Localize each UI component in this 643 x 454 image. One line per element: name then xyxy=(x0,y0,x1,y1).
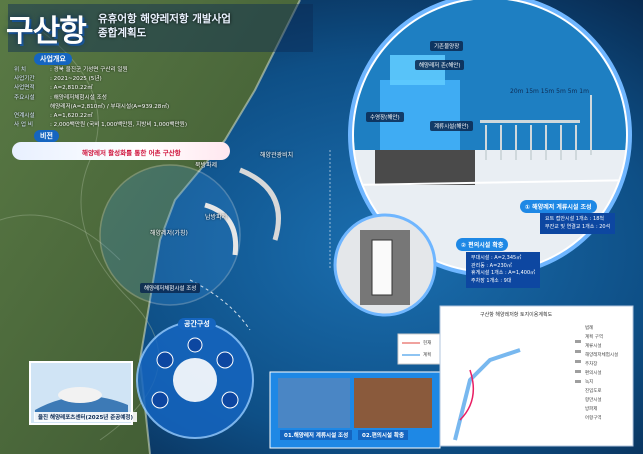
overview-key: 위 치 xyxy=(14,67,27,73)
section1-desc: 요트 접안시설 1개소 : 18척 부잔교 및 연결교 1개소 : 20석 xyxy=(540,213,616,234)
overview-row: 해양레저(A=2,810㎡) / 부대시설(A=939.28㎡) xyxy=(14,103,204,112)
dimension-labels: 20m 15m 15m 5m 5m 1m xyxy=(510,88,589,95)
poster: 구산항 유휴어항 해양레저항 개발사업 종합계획도 사업개요 위 치 : 경북 울… xyxy=(0,0,643,454)
section2-desc: 부대시설 : A=2,345㎡ 관리동 : A=230㎡ 휴게시설 1개소 : A=… xyxy=(466,252,541,288)
overview-key: 사업면적 xyxy=(14,85,35,92)
desc-line: 부대시설 : A=2,345㎡ xyxy=(471,255,522,261)
overview-value: : A=2,810.22㎡ xyxy=(50,85,93,92)
overview-value: : 2,000백만원 (국비 1,000백만원, 지방비 1,000백만원) xyxy=(50,122,188,129)
page-subtitle: 유휴어항 해양레저항 개발사업 종합계획도 xyxy=(98,12,231,40)
overview-key: 연계시설 xyxy=(14,113,35,120)
vision-heading: 비전 xyxy=(34,130,59,142)
plan-legend-item: 항만시설 xyxy=(585,398,602,403)
label-facility-zone: 해양레저체험시설 조성 xyxy=(140,283,201,293)
label-fish-zone: 해양레저 존(해안) xyxy=(415,60,465,70)
space-concept-heading: 공간구성 xyxy=(178,318,216,330)
plan-legend-item: 계류시설 xyxy=(585,344,602,349)
small-legend-plan: 계획 xyxy=(423,353,432,358)
desc-line: 휴게시설 1개소 : A=1,400㎡ xyxy=(471,270,536,276)
overview-value: : 해양레저체험시설 조성 xyxy=(50,94,107,101)
label-south-breakwater: 남방파제 xyxy=(205,214,228,221)
plan-legend-item: 녹지 xyxy=(585,380,594,385)
vision-banner: 해양레저 활성화를 통한 어촌 구산항 xyxy=(12,142,230,160)
label-connection: 해양관광비치 xyxy=(260,152,294,159)
overview-row: 주요시설 : 해양레저체험시설 조성 xyxy=(14,94,204,103)
vision-text: 해양레저 활성화를 통한 어촌 구산항 xyxy=(82,149,181,157)
overview-value: : 경북 울진군 기성면 구산리 일원 xyxy=(50,67,128,73)
overview-key: 사업기간 xyxy=(14,76,35,83)
overview-row: 사업면적 : A=2,810.22㎡ xyxy=(14,84,204,93)
overview-heading: 사업개요 xyxy=(34,53,72,65)
overview-value: : A=1,620.22㎡ xyxy=(50,113,93,120)
overview-row: 사업기간 : 2021~2025 (5년) xyxy=(14,75,204,84)
section2-label: ② 편의시설 확충 xyxy=(456,238,509,251)
plan-legend-item: 주차장 xyxy=(585,362,598,367)
desc-line: 주차장 1개소 : 9대 xyxy=(471,277,512,284)
overview-row: 위 치 : 경북 울진군 기성면 구산리 일원 xyxy=(14,66,204,75)
plan-legend-item: 방파제 xyxy=(585,407,598,412)
label-north-breakwater: 북방파제 xyxy=(195,162,218,169)
plan-legend-item: 해양레저체험시설 xyxy=(585,353,619,358)
plan-sheet-title: 구산항 해양레저항 토지이용계획도 xyxy=(480,312,553,318)
subtitle-line2: 종합계획도 xyxy=(98,27,147,39)
page-title: 구산항 xyxy=(6,14,87,49)
overview-key: 주요시설 xyxy=(14,94,35,101)
small-legend-current: 현재 xyxy=(423,341,432,346)
plan-legend-item: 계획 구역 xyxy=(585,335,603,340)
plan-legend-item: 범례 xyxy=(585,326,594,331)
photo-caption: 울진 해양레포츠센터(2025년 준공예정) xyxy=(34,412,138,422)
label-pier: 계류시설(해안) xyxy=(430,121,473,131)
overview-row: 연계시설 : A=1,620.22㎡ xyxy=(14,112,204,121)
subtitle-line1: 유휴어항 해양레저항 개발사업 xyxy=(98,13,231,25)
bottom-caption-2: 02.편의시설 확충 xyxy=(358,430,409,440)
desc-line: 부잔교 및 연결교 1개소 : 20석 xyxy=(545,223,611,230)
plan-legend-item: 어항구역 xyxy=(585,416,602,421)
desc-line: 관리동 : A=230㎡ xyxy=(471,262,512,269)
label-leisure-pool: 수영장(해안) xyxy=(366,112,404,122)
plan-legend-item: 편의시설 xyxy=(585,371,602,376)
overview-value: : 2021~2025 (5년) xyxy=(50,76,102,83)
plan-legend-item: 진입도로 xyxy=(585,389,602,394)
plan-legend: 범례계획 구역계류시설해양레저체험시설주차장편의시설녹지진입도로항만시설방파제어… xyxy=(585,324,618,423)
label-existing-pier: 기존물양장 xyxy=(430,41,464,51)
overview-value: 해양레저(A=2,810㎡) / 부대시설(A=939.28㎡) xyxy=(50,103,170,110)
label-water-zone: 해양레저(가칭) xyxy=(150,230,188,237)
overview-list: 위 치 : 경북 울진군 기성면 구산리 일원사업기간 : 2021~2025 (5… xyxy=(14,66,204,130)
desc-line: 요트 접안시설 1개소 : 18척 xyxy=(545,216,604,222)
section1-label: ① 해양레저 계류시설 조성 xyxy=(520,200,597,213)
bottom-caption-1: 01.해양레저 계류시설 조성 xyxy=(280,430,353,440)
